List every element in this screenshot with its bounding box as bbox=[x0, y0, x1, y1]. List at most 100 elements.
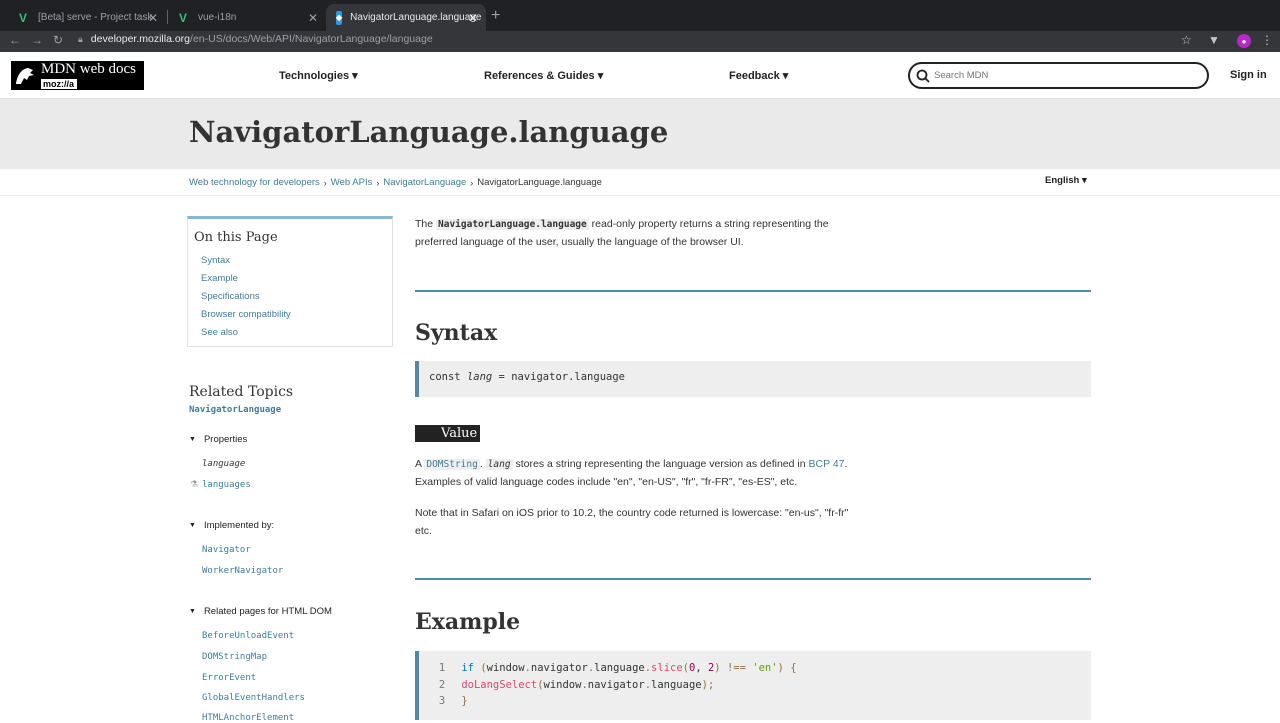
back-icon[interactable]: ← bbox=[9, 33, 21, 47]
related-topics: Related Topics NavigatorLanguage bbox=[189, 384, 399, 415]
intro-text: The bbox=[415, 218, 437, 230]
vue-devtools-icon[interactable]: ▼ bbox=[1208, 33, 1220, 47]
value-paragraph: A DOMString. lang stores a string repres… bbox=[415, 456, 865, 491]
code-var: lang bbox=[466, 371, 493, 383]
sidebar-item-languages[interactable]: languages bbox=[202, 480, 251, 490]
close-icon[interactable]: ✕ bbox=[468, 11, 478, 25]
page-title: NavigatorLanguage.language bbox=[189, 115, 669, 149]
close-icon[interactable]: ✕ bbox=[308, 11, 318, 25]
example-heading: Example bbox=[415, 609, 521, 635]
nav-technologies[interactable]: Technologies ▾ bbox=[279, 69, 358, 82]
tab-title: NavigatorLanguage.language bbox=[350, 12, 482, 23]
code-line: 1 if (window.navigator.language.slice(0,… bbox=[429, 660, 1091, 677]
sidebar-item-errorevent[interactable]: ErrorEvent bbox=[202, 673, 256, 683]
related-group-html-dom[interactable]: ▼ Related pages for HTML DOM bbox=[189, 606, 332, 617]
mdn-icon: ◆ bbox=[336, 10, 343, 25]
code-line: 3 } bbox=[429, 693, 1091, 710]
bcp47-link[interactable]: BCP 47 bbox=[809, 458, 845, 470]
nav-references-guides[interactable]: References & Guides ▾ bbox=[484, 69, 603, 82]
related-group-properties[interactable]: ▼ Properties bbox=[189, 434, 247, 445]
sidebar-item-beforeunloadevent[interactable]: BeforeUnloadEvent bbox=[202, 631, 294, 641]
nav-feedback[interactable]: Feedback ▾ bbox=[729, 69, 788, 82]
title-band: NavigatorLanguage.language bbox=[0, 99, 1280, 169]
menu-dots-icon[interactable]: ⋮ bbox=[1261, 33, 1273, 47]
domstring-link[interactable]: DOMString bbox=[424, 458, 480, 470]
toc-link-see-also[interactable]: See also bbox=[201, 324, 386, 342]
new-tab-icon[interactable]: + bbox=[491, 7, 500, 25]
toc-link-browser-compatibility[interactable]: Browser compatibility bbox=[201, 306, 386, 324]
breadcrumb-current: NavigatorLanguage.language bbox=[477, 177, 602, 188]
sidebar-item-htmlanchorelement[interactable]: HTMLAnchorElement bbox=[202, 713, 294, 723]
reload-icon[interactable]: ↻ bbox=[53, 33, 63, 47]
value-badge: Value bbox=[415, 425, 480, 442]
triangle-down-icon: ▼ bbox=[189, 608, 196, 615]
logo-title: MDN web docs bbox=[41, 61, 136, 77]
related-topics-heading: Related Topics bbox=[189, 384, 294, 400]
site-header: MDN web docs moz://a Technologies ▾ Refe… bbox=[0, 52, 1280, 99]
lock-icon: 🔒︎ bbox=[78, 33, 83, 44]
intro-paragraph: The NavigatorLanguage.language read-only… bbox=[415, 216, 855, 251]
related-topic-link[interactable]: NavigatorLanguage bbox=[189, 405, 399, 415]
breadcrumb-separator-icon: › bbox=[323, 177, 327, 188]
group-label: Implemented by: bbox=[203, 520, 275, 531]
value-text: A bbox=[415, 458, 425, 470]
sign-in-link[interactable]: Sign in bbox=[1230, 69, 1267, 81]
breadcrumb-link[interactable]: NavigatorLanguage bbox=[383, 177, 466, 188]
sidebar-item-domstringmap[interactable]: DOMStringMap bbox=[202, 652, 267, 662]
toc-heading: On this Page bbox=[194, 230, 278, 245]
vue-icon: V bbox=[18, 10, 27, 25]
url-field[interactable]: 🔒︎ developer.mozilla.org /en-US/docs/Web… bbox=[78, 33, 433, 45]
mdn-logo[interactable]: MDN web docs moz://a bbox=[11, 61, 144, 90]
triangle-down-icon: ▼ bbox=[189, 522, 196, 529]
lang-code: lang bbox=[485, 459, 513, 470]
url-host: developer.mozilla.org bbox=[90, 33, 191, 45]
forward-icon[interactable]: → bbox=[31, 33, 43, 47]
breadcrumb: Web technology for developers › Web APIs… bbox=[189, 177, 602, 188]
toc-link-specifications[interactable]: Specifications bbox=[201, 288, 386, 306]
code-text: const bbox=[429, 371, 467, 383]
breadcrumb-bar: Web technology for developers › Web APIs… bbox=[0, 169, 1280, 196]
bookmark-star-icon[interactable]: ☆ bbox=[1181, 33, 1192, 47]
breadcrumb-separator-icon: › bbox=[470, 177, 474, 188]
browser-tab-bar: V [Beta] serve - Project tasks - S ✕ V v… bbox=[0, 0, 1280, 31]
on-this-page-toc: On this Page Syntax Example Specificatio… bbox=[187, 216, 393, 347]
line-number: 2 bbox=[438, 678, 446, 691]
code-line: 2 doLangSelect(window.navigator.language… bbox=[429, 677, 1091, 694]
sidebar-item-workernavigator[interactable]: WorkerNavigator bbox=[202, 566, 283, 576]
tab-serve[interactable]: V [Beta] serve - Project tasks - S ✕ bbox=[6, 4, 166, 31]
tab-title: vue-i18n bbox=[198, 12, 237, 23]
experimental-flask-icon: ⚗ bbox=[190, 479, 199, 489]
line-number: 1 bbox=[438, 662, 446, 674]
search-input[interactable] bbox=[934, 70, 1184, 81]
profile-avatar-icon[interactable]: ● bbox=[1237, 34, 1251, 48]
value-text: stores a string representing the languag… bbox=[512, 458, 809, 470]
url-path: /en-US/docs/Web/API/NavigatorLanguage/la… bbox=[190, 33, 433, 45]
breadcrumb-link[interactable]: Web APIs bbox=[331, 177, 373, 188]
triangle-down-icon: ▼ bbox=[189, 436, 196, 443]
safari-note-text: Note that in Safari on iOS prior to 10.2… bbox=[415, 507, 849, 537]
code-text: = navigator.language bbox=[492, 371, 625, 383]
section-divider bbox=[415, 290, 1091, 292]
sidebar-item-navigator[interactable]: Navigator bbox=[202, 545, 251, 555]
dinosaur-icon bbox=[11, 61, 38, 90]
tab-title: [Beta] serve - Project tasks - S bbox=[38, 12, 153, 23]
toc-link-example[interactable]: Example bbox=[201, 270, 386, 288]
toc-link-syntax[interactable]: Syntax bbox=[201, 252, 386, 270]
tab-navigator-language[interactable]: ◆ NavigatorLanguage.language ✕ bbox=[326, 4, 486, 31]
tab-vue-i18n[interactable]: V vue-i18n ✕ bbox=[166, 4, 326, 31]
value-text: . bbox=[479, 458, 486, 470]
section-divider bbox=[415, 578, 1091, 580]
sidebar-item-globaleventhandlers[interactable]: GlobalEventHandlers bbox=[202, 693, 305, 703]
group-label: Related pages for HTML DOM bbox=[203, 606, 332, 617]
mozilla-wordmark: moz://a bbox=[41, 79, 77, 89]
safari-note-paragraph: Note that in Safari on iOS prior to 10.2… bbox=[415, 505, 865, 540]
line-number: 3 bbox=[438, 695, 446, 707]
domstring-code: DOMString bbox=[424, 459, 480, 470]
example-code-block: 1 if (window.navigator.language.slice(0,… bbox=[415, 651, 1091, 720]
breadcrumb-link[interactable]: Web technology for developers bbox=[189, 177, 320, 188]
sidebar-item-language[interactable]: language bbox=[202, 459, 245, 469]
close-icon[interactable]: ✕ bbox=[148, 11, 158, 25]
breadcrumb-separator-icon: › bbox=[376, 177, 380, 188]
language-selector[interactable]: English ▾ bbox=[1045, 175, 1087, 186]
related-group-implemented-by[interactable]: ▼ Implemented by: bbox=[189, 520, 274, 531]
